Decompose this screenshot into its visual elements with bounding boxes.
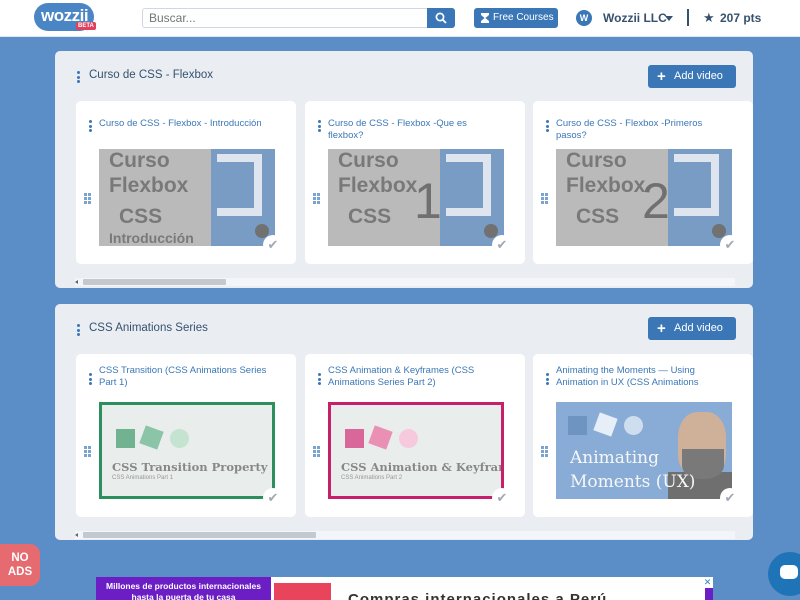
checkmark-icon[interactable]: ✔ [720,235,740,255]
no-ads-button[interactable]: NO ADS [0,544,40,586]
search-input[interactable] [142,8,427,28]
company-name[interactable]: Wozzii LLC [603,11,667,25]
card-menu-icon[interactable] [318,120,321,134]
horizontal-scrollbar[interactable] [75,278,735,286]
ad-logo [274,583,331,600]
video-title[interactable]: Curso de CSS - Flexbox -Que es flexbox? [328,118,504,142]
section-title: CSS Animations Series [89,322,208,334]
close-icon[interactable]: ✕ [702,577,713,588]
video-title[interactable]: CSS Animation & Keyframes (CSS Animation… [328,365,504,389]
chat-icon [780,565,798,579]
hourglass-icon [481,13,489,23]
add-video-button[interactable]: + Add video [648,65,736,88]
chat-button[interactable] [768,552,800,596]
drag-handle-icon[interactable] [313,193,321,205]
section-menu-icon[interactable] [77,71,80,83]
playlist-section: CSS Animations Series + Add video CSS Tr… [55,304,753,540]
header-divider [687,9,689,26]
plus-icon: + [657,68,666,85]
card-menu-icon[interactable] [89,373,92,387]
video-card[interactable]: CSS Animation & Keyframes (CSS Animation… [305,354,525,517]
ad-headline: Compras internacionales a Perú [348,591,608,600]
video-title[interactable]: CSS Transition (CSS Animations Series Pa… [99,365,275,389]
scrollbar-thumb[interactable] [83,532,316,538]
video-thumbnail[interactable]: Curso Flexbox CSS Introducción [99,149,275,246]
checkmark-icon[interactable]: ✔ [492,488,512,508]
horizontal-scrollbar[interactable] [75,531,735,539]
add-video-button[interactable]: + Add video [648,317,736,340]
company-logo-icon[interactable]: W [576,10,592,26]
drag-handle-icon[interactable] [84,193,92,205]
card-menu-icon[interactable] [89,120,92,134]
video-card[interactable]: Curso de CSS - Flexbox -Que es flexbox? … [305,101,525,264]
video-title[interactable]: Animating the Moments — Using Animation … [556,365,732,389]
top-bar: wozzii BETA Free Courses W Wozzii LLC ★ … [0,0,800,37]
free-courses-label: Free Courses [493,12,554,23]
checkmark-icon[interactable]: ✔ [263,488,283,508]
plus-icon: + [657,320,666,337]
card-menu-icon[interactable] [318,373,321,387]
drag-handle-icon[interactable] [313,446,321,458]
video-card[interactable]: Animating the Moments — Using Animation … [533,354,753,517]
no-ads-line: ADS [7,566,33,578]
checkmark-icon[interactable]: ✔ [263,235,283,255]
video-thumbnail[interactable]: Curso Flexbox CSS 2 [556,149,732,246]
drag-handle-icon[interactable] [84,446,92,458]
scroll-left-icon[interactable] [75,533,78,537]
video-title[interactable]: Curso de CSS - Flexbox - Introducción [99,118,275,130]
ad-banner[interactable]: Millones de productos internacionales ha… [96,577,713,600]
checkmark-icon[interactable]: ✔ [720,488,740,508]
video-card[interactable]: Curso de CSS - Flexbox -Primeros pasos? … [533,101,753,264]
video-thumbnail[interactable]: CSS Animation & Keyframes CSS Animations… [328,402,504,499]
chevron-down-icon[interactable] [665,16,673,21]
video-thumbnail[interactable]: Animating Moments (UX) [556,402,732,499]
playlist-section: Curso de CSS - Flexbox + Add video Curso… [55,51,753,288]
drag-handle-icon[interactable] [541,193,549,205]
card-menu-icon[interactable] [546,373,549,387]
card-menu-icon[interactable] [546,120,549,134]
scrollbar-thumb[interactable] [83,279,226,285]
search-button[interactable] [427,8,455,28]
video-title[interactable]: Curso de CSS - Flexbox -Primeros pasos? [556,118,732,142]
points-count: 207 pts [720,11,762,25]
no-ads-line: NO [11,552,29,564]
video-thumbnail[interactable]: CSS Transition Property CSS Animations P… [99,402,275,499]
star-icon: ★ [703,10,715,25]
add-video-label: Add video [674,322,723,334]
video-card[interactable]: Curso de CSS - Flexbox - Introducción Cu… [76,101,296,264]
search-icon [435,12,447,24]
section-title: Curso de CSS - Flexbox [89,69,213,81]
checkmark-icon[interactable]: ✔ [492,235,512,255]
video-thumbnail[interactable]: Curso Flexbox CSS 1 [328,149,504,246]
wozzii-logo[interactable]: wozzii BETA [34,3,96,31]
scroll-left-icon[interactable] [75,280,78,284]
free-courses-button[interactable]: Free Courses [474,8,558,28]
ad-left-text: Millones de productos internacionales ha… [96,577,271,600]
beta-badge: BETA [76,22,96,30]
add-video-label: Add video [674,70,723,82]
video-card[interactable]: CSS Transition (CSS Animations Series Pa… [76,354,296,517]
section-menu-icon[interactable] [77,324,80,336]
drag-handle-icon[interactable] [541,446,549,458]
